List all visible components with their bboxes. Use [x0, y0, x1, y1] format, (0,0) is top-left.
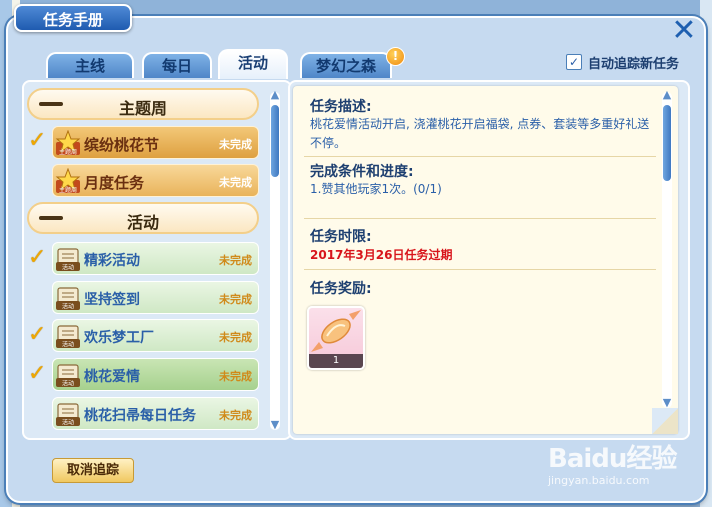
quest-status: 未完成 [219, 331, 252, 344]
svg-text:主题周: 主题周 [59, 186, 77, 194]
description-title: 任务描述: [310, 99, 372, 115]
quest-status: 未完成 [219, 254, 252, 267]
cancel-tracking-button[interactable]: 取消追踪 [52, 458, 134, 483]
activity-scroll-icon: 活动 [56, 403, 80, 427]
tab-activity[interactable]: 活动 [218, 49, 288, 79]
reward-slot[interactable]: 1 [307, 306, 365, 370]
activity-scroll-icon: 活动 [56, 364, 80, 388]
quest-status: 未完成 [219, 293, 252, 306]
quest-name: 缤纷桃花节 [84, 136, 160, 154]
baidu-watermark: Baidu经验 jingyan.baidu.com [548, 428, 708, 488]
quest-name: 精彩活动 [84, 253, 140, 269]
quest-status: 未完成 [219, 138, 252, 151]
watermark-brand: Baidu经验 [548, 444, 677, 474]
tracked-check-icon[interactable]: ✓ [28, 130, 50, 152]
group-header-activity[interactable]: 活动 [27, 202, 259, 234]
quest-list-scroll-thumb[interactable] [270, 104, 280, 178]
svg-text:主题周: 主题周 [59, 148, 77, 156]
auto-track-toggle[interactable]: ✓ 自动追踪新任务 [566, 53, 680, 72]
quest-name: 月度任务 [84, 174, 145, 192]
quest-name: 桃花扫帚每日任务 [84, 408, 196, 424]
svg-text:活动: 活动 [62, 380, 74, 388]
divider [304, 269, 656, 270]
auto-track-checkbox[interactable]: ✓ [566, 54, 582, 70]
quest-name: 坚持签到 [84, 292, 140, 308]
tab-main[interactable]: 主线 [46, 52, 134, 78]
quest-item[interactable]: 活动 桃花爱情 未完成 [52, 358, 259, 391]
activity-scroll-icon: 活动 [56, 325, 80, 349]
tab-daily[interactable]: 每日 [142, 52, 212, 78]
reward-title: 任务奖励: [310, 281, 372, 297]
quest-item[interactable]: 活动 精彩活动 未完成 [52, 242, 259, 275]
activity-scroll-icon: 活动 [56, 287, 80, 311]
quest-status: 未完成 [219, 409, 252, 422]
quest-name: 欢乐梦工厂 [84, 330, 154, 346]
scroll-up-icon[interactable]: ▲ [661, 89, 673, 100]
divider [304, 218, 656, 219]
svg-text:活动: 活动 [62, 419, 74, 427]
candy-icon [311, 310, 361, 352]
detail-scroll-thumb[interactable] [662, 104, 672, 182]
conditions-title: 完成条件和进度: [310, 164, 414, 180]
group-header-theme-week[interactable]: 主题周 [27, 88, 259, 120]
watermark-url: jingyan.baidu.com [548, 474, 650, 487]
svg-text:活动: 活动 [62, 264, 74, 272]
tab-dream-forest[interactable]: 梦幻之森 [300, 52, 392, 78]
tracked-check-icon[interactable]: ✓ [28, 324, 50, 346]
quest-status: 未完成 [219, 176, 252, 189]
time-limit-title: 任务时限: [310, 229, 372, 245]
conditions-text: 1.赞其他玩家1次。(0/1) [310, 182, 442, 196]
scroll-up-icon[interactable]: ▲ [269, 89, 281, 100]
quest-item[interactable]: 主题周 月度任务 未完成 [52, 164, 259, 197]
activity-scroll-icon: 活动 [56, 248, 80, 272]
description-text: 桃花爱情活动开启, 浇灌桃花开启福袋, 点券、套装等多重好礼送不停。 [310, 117, 650, 150]
quest-status: 未完成 [219, 370, 252, 383]
divider [304, 156, 656, 157]
theme-week-star-icon: 主题周 [55, 130, 81, 156]
theme-week-star-icon: 主题周 [55, 168, 81, 194]
reward-count: 1 [309, 354, 363, 368]
alert-badge: ! [386, 47, 405, 66]
quest-item[interactable]: 活动 欢乐梦工厂 未完成 [52, 319, 259, 352]
tracked-check-icon[interactable]: ✓ [28, 363, 50, 385]
auto-track-label: 自动追踪新任务 [588, 56, 680, 72]
quest-item[interactable]: 活动 坚持签到 未完成 [52, 281, 259, 314]
svg-text:活动: 活动 [62, 341, 74, 349]
close-icon[interactable]: ✕ [669, 16, 699, 47]
quest-item[interactable]: 主题周 缤纷桃花节 未完成 [52, 126, 259, 159]
scroll-down-icon[interactable]: ▼ [269, 419, 281, 430]
quest-name: 桃花爱情 [84, 369, 140, 385]
deadline-text: 2017年3月26日任务过期 [310, 248, 453, 262]
quest-item[interactable]: 活动 桃花扫帚每日任务 未完成 [52, 397, 259, 430]
svg-text:活动: 活动 [62, 303, 74, 311]
window-title: 任务手册 [14, 4, 132, 32]
tracked-check-icon[interactable]: ✓ [28, 247, 50, 269]
scroll-down-icon[interactable]: ▼ [661, 397, 673, 408]
